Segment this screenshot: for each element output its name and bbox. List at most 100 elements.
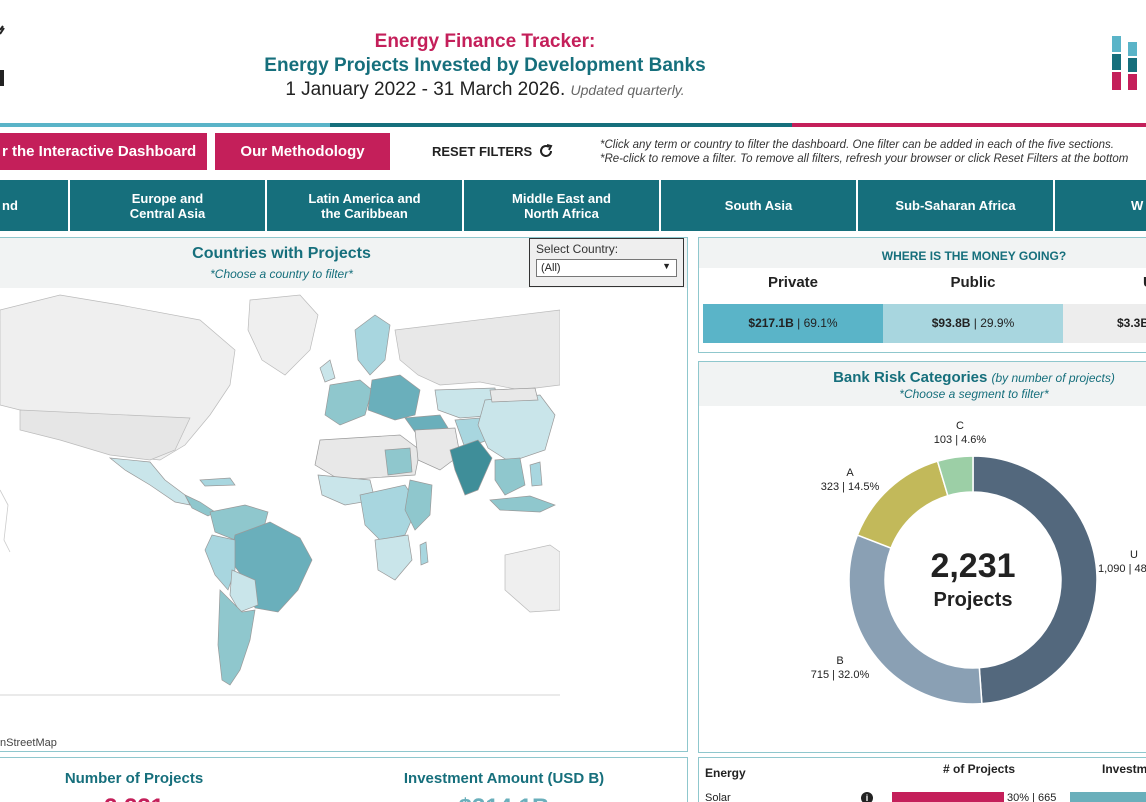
map-scandinavia [354,314,391,376]
segment-b-value: 715 | 32.0% [810,669,870,681]
donut-center-label: Projects [933,589,1013,611]
segment-label-b[interactable]: B 715 | 32.0% [800,654,880,682]
instruction-line-2: *Re-click to remove a filter. To remove … [600,153,1129,165]
divider-segment-1 [0,123,330,127]
filter-instructions: *Click any term or country to filter the… [600,138,1128,166]
map-peru [204,534,236,591]
interactive-dashboard-button[interactable]: r the Interactive Dashboard [0,133,207,170]
region-tab-europe-central-asia[interactable]: Europe and Central Asia [70,180,267,231]
info-icon[interactable]: i [861,792,873,802]
projects-kpi-value: 2,231 [0,794,269,802]
region-tab-latin-america[interactable]: Latin America and the Caribbean [267,180,464,231]
segment-c-value: 103 | 4.6% [933,434,987,446]
segment-label-c[interactable]: C 103 | 4.6% [920,419,1000,447]
money-public-pct: 29.9% [980,316,1015,330]
country-select-box: Select Country: (All) ▼ [529,238,684,287]
risk-title-text: Bank Risk Categories [833,369,988,386]
map-caribbean [199,477,236,487]
country-select[interactable]: (All) ▼ [536,259,677,277]
segment-label-a[interactable]: A 323 | 14.5% [810,466,890,494]
energy-col-header: Energy [705,766,746,780]
risk-title: Bank Risk Categories (by number of proje… [699,369,1146,386]
donut-center-number: 2,231 [930,547,1016,585]
refresh-icon [540,144,553,157]
segment-b-name: B [836,655,844,667]
energy-row-solar-label[interactable]: Solar [705,792,731,802]
solar-projects-value: 30% | 665 [1007,792,1057,802]
map-madagascar [419,541,429,566]
methodology-button[interactable]: Our Methodology [215,133,390,170]
region-tab-sub-saharan-africa[interactable]: Sub-Saharan Africa [858,180,1055,231]
investment-col-header: Investm [1102,762,1146,776]
region-tab-south-asia[interactable]: South Asia [661,180,858,231]
map-attribution: nStreetMap [0,737,57,749]
map-title: Countries with Projects [192,245,371,262]
logo-left [0,22,10,92]
divider-segment-2 [330,123,792,127]
title-line-2: Energy Projects Invested by Development … [264,55,706,76]
title-line-1: Energy Finance Tracker: [374,31,596,52]
segment-label-u[interactable]: U 1,090 | 48 [1098,548,1146,576]
segment-u-name: U [1130,549,1138,561]
map-australia [504,544,560,613]
instruction-line-1: *Click any term or country to filter the… [600,139,1114,151]
solar-projects-bar[interactable] [892,792,1004,802]
money-cell-private[interactable]: $217.1B | 69.1% [703,304,883,343]
map-uk [319,359,336,383]
map-usa [19,409,191,461]
map-western-europe [324,379,373,426]
map-southern-africa [374,534,413,581]
chevron-down-icon: ▼ [662,261,671,271]
map-indonesia [489,495,556,513]
segment-a-value: 323 | 14.5% [820,481,880,493]
projects-col-header: # of Projects [943,762,1016,776]
map-egypt [384,447,413,476]
money-col-unknown: Un [1063,274,1146,291]
money-public-amount: $93.8B [931,316,971,330]
region-tab-mena[interactable]: Middle East and North Africa [464,180,661,231]
segment-u-value: 1,090 | 48 [1098,563,1146,575]
country-select-value: (All) [541,262,561,274]
investment-kpi-value: $314.1B [359,794,649,802]
region-tab-world[interactable]: W [1055,180,1146,231]
money-private-amount: $217.1B [748,316,794,330]
map-greenland [247,294,319,376]
solar-investment-bar[interactable] [1070,792,1146,802]
investment-kpi-label: Investment Amount (USD B) [403,770,605,787]
energy-table-panel: Energy # of Projects Investm Solar i 30%… [698,757,1146,802]
map-southeast-asia [494,457,526,496]
segment-a-name: A [846,467,854,479]
money-cell-unknown[interactable]: $3.3B [1063,304,1146,343]
money-private-pct: 69.1% [803,316,838,330]
risk-subtitle: *Choose a segment to filter* [899,387,1049,401]
map-philippines [529,461,543,487]
region-tab-asia[interactable]: nd [0,180,70,231]
map-russia [394,309,560,391]
map-india [449,439,493,496]
divider-segment-3 [792,123,1146,127]
country-select-label: Select Country: [536,242,619,256]
kpi-panel: Number of Projects Investment Amount (US… [0,757,688,802]
reset-filters-label: RESET FILTERS [432,143,533,159]
reset-filters-button[interactable]: RESET FILTERS [432,143,554,159]
map-china [477,394,556,463]
title-line-3: 1 January 2022 - 31 March 2026. Updated … [200,78,770,102]
money-cell-public[interactable]: $93.8B | 29.9% [883,304,1063,343]
money-unknown-amount: $3.3B [1117,316,1146,330]
logo-right-icon [1108,36,1146,92]
map-mexico [108,457,191,506]
risk-title-paren: (by number of projects) [991,371,1115,385]
header-title-block: Energy Finance Tracker: Energy Projects … [200,30,770,102]
money-title: WHERE IS THE MONEY GOING? [881,249,1067,263]
segment-c-name: C [956,420,964,432]
projects-kpi-label: Number of Projects [64,770,204,787]
region-tabs: nd Europe and Central Asia Latin America… [0,180,1146,231]
map-eastern-europe [367,374,421,421]
map-mongolia [489,387,539,403]
world-map[interactable] [0,290,560,710]
map-subtitle: *Choose a country to filter* [210,267,353,281]
money-col-private: Private [767,274,819,291]
money-col-public: Public [950,274,996,291]
money-panel: WHERE IS THE MONEY GOING? Private Public… [698,237,1146,353]
updated-note: Updated quarterly. [570,82,685,98]
